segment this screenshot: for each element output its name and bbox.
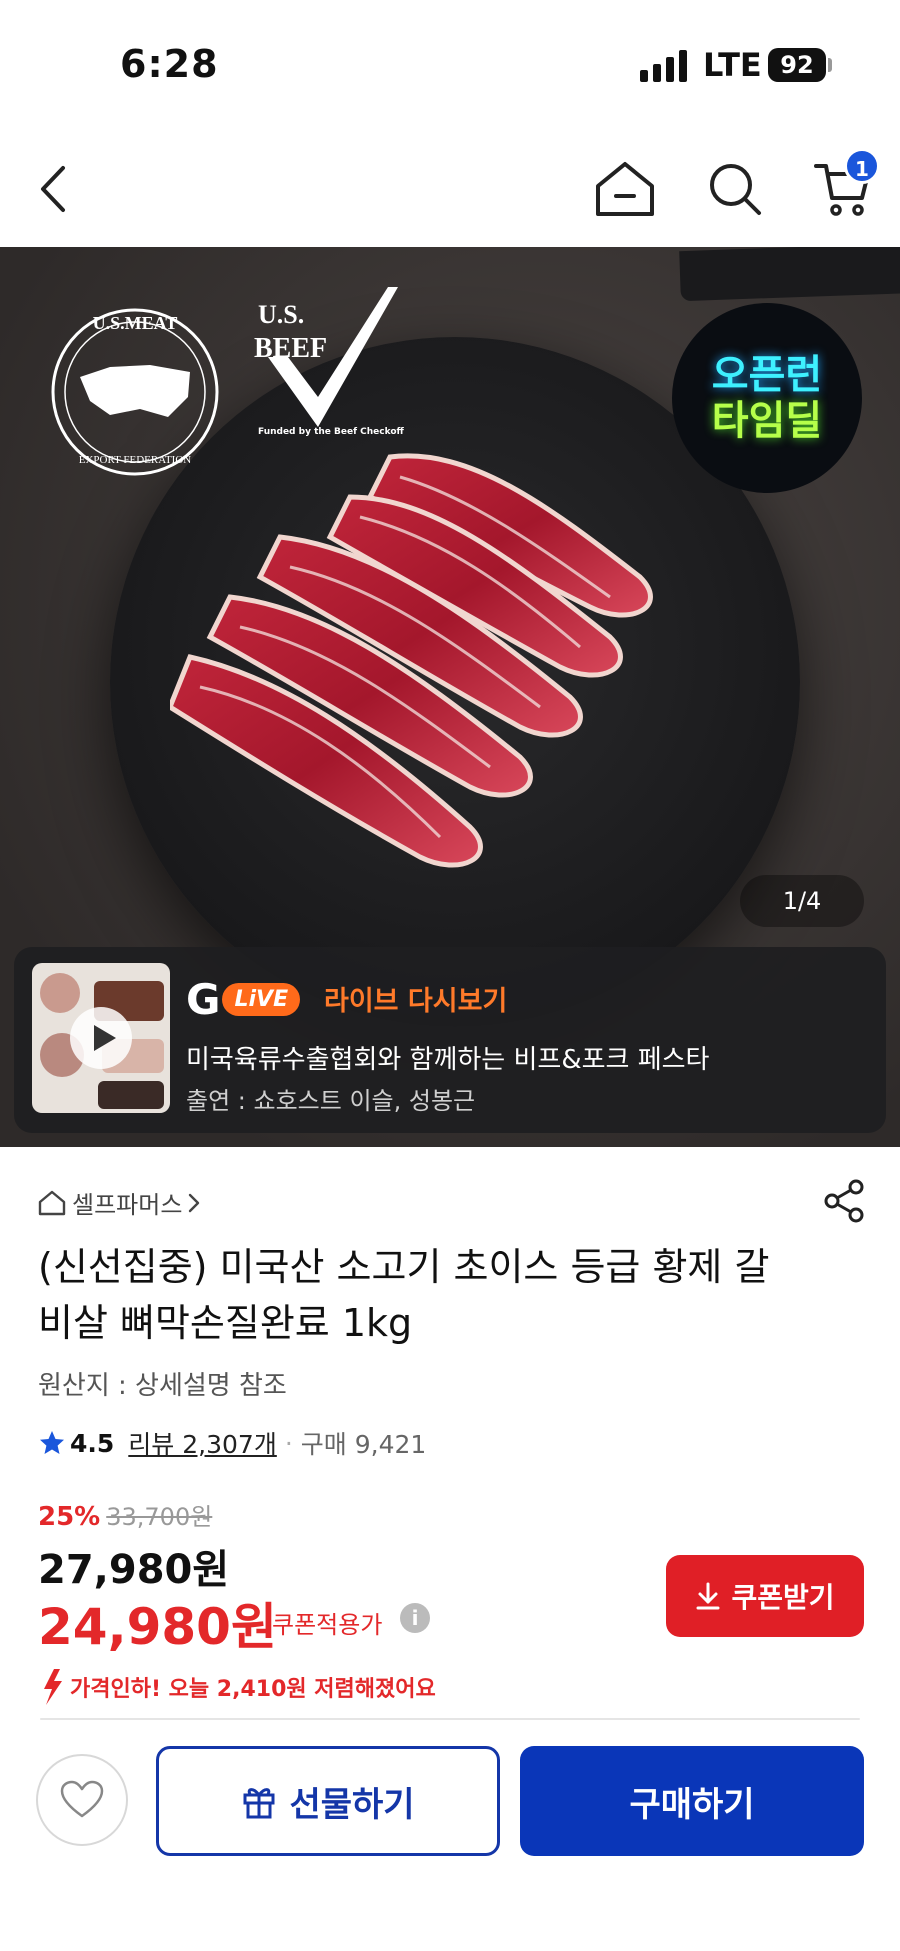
price-down-arrow-icon: [44, 1669, 62, 1705]
status-time: 6:28: [120, 42, 219, 86]
beef-rib-meat-image: [170, 453, 653, 868]
buy-button-label: 구매하기: [629, 1784, 755, 1825]
star-icon: [40, 1431, 64, 1454]
share-icon[interactable]: [820, 1177, 868, 1225]
coupon-price-label: 쿠폰적용가: [272, 1611, 383, 1639]
get-coupon-button[interactable]: 쿠폰받기: [666, 1555, 864, 1637]
live-thumbnail[interactable]: [32, 963, 170, 1113]
cart-button[interactable]: 1: [808, 148, 880, 224]
timedeal-line1: 오픈런: [711, 352, 823, 398]
buy-button[interactable]: 구매하기: [520, 1746, 864, 1856]
svg-text:U.S.MEAT: U.S.MEAT: [93, 313, 178, 333]
live-pill: LiVE: [222, 983, 301, 1016]
live-replay-banner[interactable]: G LiVE 라이브 다시보기 미국육류수출협회와 함께하는 비프&포크 페스타…: [14, 947, 886, 1133]
cellular-signal-icon: [640, 50, 687, 82]
rating-row: 4.5 리뷰 2,307개 · 구매 9,421: [38, 1425, 426, 1461]
rating-score: 4.5: [70, 1428, 115, 1458]
search-icon: [710, 164, 761, 215]
back-button[interactable]: [18, 154, 88, 224]
usmef-logo: U.S.MEAT EXPORT FEDERATION: [51, 308, 219, 476]
gift-button-label: 선물하기: [289, 1784, 415, 1825]
chevron-left-icon: [41, 166, 65, 212]
top-nav-bar: 1: [0, 130, 900, 247]
svg-text:BEEF: BEEF: [254, 333, 327, 364]
battery-tip: [828, 58, 832, 72]
search-button[interactable]: [700, 154, 770, 224]
live-cast: 출연 : 쇼호스트 이슬, 성봉근: [186, 1087, 476, 1115]
svg-text:EXPORT FEDERATION: EXPORT FEDERATION: [79, 454, 192, 466]
play-icon[interactable]: [70, 1007, 132, 1069]
cart-count-badge: 1: [844, 148, 880, 184]
price-drop-text: 가격인하! 오늘 2,410원 저렴해졌어요: [70, 1677, 436, 1702]
price-drop-notice: 가격인하! 오늘 2,410원 저렴해졌어요: [38, 1667, 436, 1707]
product-origin: 원산지 : 상세설명 참조: [38, 1371, 287, 1401]
info-icon[interactable]: i: [400, 1603, 430, 1633]
status-bar: 6:28 LTE 92: [0, 0, 900, 130]
original-price: 33,700원: [106, 1503, 213, 1531]
live-replay-title: 라이브 다시보기: [324, 986, 508, 1017]
svg-text:U.S.: U.S.: [258, 300, 304, 329]
home-icon: [596, 162, 654, 216]
gift-button[interactable]: 선물하기: [156, 1746, 500, 1856]
glive-g: G: [186, 975, 221, 1024]
usbeef-fund-text: Funded by the Beef Checkoff: [258, 427, 404, 437]
product-image-carousel[interactable]: U.S.MEAT EXPORT FEDERATION U.S. BEEF Fun…: [0, 247, 900, 1147]
coupon-price: 24,980원: [38, 1598, 277, 1656]
product-title: (신선집중) 미국산 소고기 초이스 등급 황제 갈비살 뼈막손질완료 1kg: [38, 1245, 770, 1345]
battery-indicator: 92: [768, 48, 826, 82]
network-type: LTE: [703, 46, 762, 84]
wishlist-button[interactable]: [36, 1754, 128, 1846]
glive-logo: G LiVE: [186, 975, 301, 1024]
chevron-right-icon: [189, 1193, 200, 1212]
discount-rate: 25%: [38, 1502, 101, 1532]
review-count-link[interactable]: 리뷰 2,307개: [128, 1425, 277, 1461]
discount-row: 25% 33,700원: [38, 1497, 212, 1532]
coupon-button-label: 쿠폰받기: [731, 1581, 835, 1614]
seller-name: 셀프파머스: [72, 1191, 183, 1219]
purchase-count: 구매 9,421: [300, 1430, 427, 1459]
bottom-action-bar: 선물하기 구매하기: [0, 1724, 900, 1951]
live-subtitle: 미국육류수출협회와 함께하는 비프&포크 페스타: [186, 1045, 710, 1075]
home-button[interactable]: [590, 154, 660, 224]
store-home-icon: [38, 1190, 66, 1215]
separator-dot: ·: [284, 1428, 293, 1458]
image-page-counter: 1/4: [740, 875, 864, 927]
gift-icon: [243, 1788, 275, 1819]
heart-icon: [60, 1780, 104, 1818]
download-arrow-icon: [696, 1582, 720, 1610]
seller-link[interactable]: 셀프파머스: [38, 1185, 208, 1220]
bottom-divider: [40, 1718, 860, 1720]
timedeal-line2: 타임딜: [711, 398, 823, 444]
open-run-timedeal-badge: 오픈런 타임딜: [672, 303, 862, 493]
background-object: [679, 247, 900, 302]
